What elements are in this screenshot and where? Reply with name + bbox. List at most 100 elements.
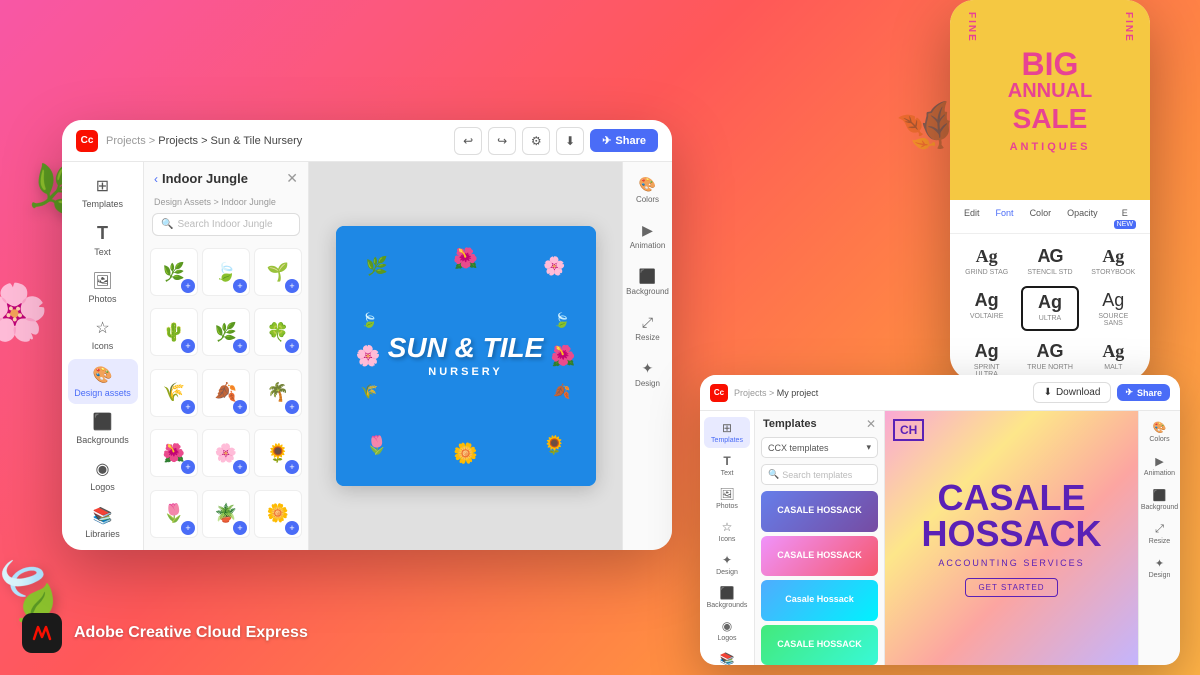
font-true-north[interactable]: AG TRUE NORTH: [1021, 337, 1078, 380]
sidebar-item-icons[interactable]: ☆ Icons: [68, 312, 138, 357]
templates-search[interactable]: 🔍 Search templates: [761, 464, 878, 485]
asset-cell[interactable]: 🌼+: [254, 490, 302, 538]
sidebar-item-libraries[interactable]: 📚 Libraries: [68, 500, 138, 545]
asset-cell[interactable]: 🌴+: [254, 369, 302, 417]
brt-sidebar-backgrounds[interactable]: ⬛ Backgrounds: [704, 582, 750, 613]
add-asset-button[interactable]: +: [233, 400, 247, 414]
panel-header: ‹ Indoor Jungle ✕: [144, 162, 308, 195]
accounting-label: ACCOUNTING SERVICES: [938, 558, 1084, 568]
brt-sidebar-photos[interactable]: 🖼 Photos: [704, 483, 750, 514]
font-sprint-ultra[interactable]: Ag SPRINT ULTRA: [958, 337, 1015, 380]
brt-sidebar-libraries[interactable]: 📚 Libraries: [704, 648, 750, 665]
brt-design: CH CASALE HOSSACK ACCOUNTING SERVICES GE…: [885, 411, 1138, 665]
ccx-templates-dropdown[interactable]: CCX templates ▾: [761, 437, 878, 458]
asset-cell[interactable]: 🌿+: [150, 248, 198, 296]
font-source-sans[interactable]: Ag SOURCE SANS: [1085, 286, 1142, 331]
add-asset-button[interactable]: +: [181, 460, 195, 474]
asset-cell[interactable]: 🌾+: [150, 369, 198, 417]
edit-tab[interactable]: Edit: [964, 208, 980, 229]
asset-cell[interactable]: 🌷+: [150, 490, 198, 538]
asset-cell[interactable]: 🌿+: [202, 308, 250, 356]
brt-sidebar-templates[interactable]: ⊞ Templates: [704, 417, 750, 448]
add-asset-button[interactable]: +: [233, 521, 247, 535]
add-asset-button[interactable]: +: [181, 521, 195, 535]
brt-sidebar-text[interactable]: T Text: [704, 450, 750, 481]
colors-tool[interactable]: 🎨 Colors: [627, 170, 669, 210]
sidebar-item-backgrounds[interactable]: ⬛ Backgrounds: [68, 406, 138, 451]
sidebar-item-photos[interactable]: 🖼 Photos: [68, 265, 138, 310]
brt-resize-tool[interactable]: ⤢ Resize: [1142, 519, 1178, 549]
template-item-4[interactable]: CASALE HOSSACK: [761, 625, 878, 666]
template-item-2[interactable]: CASALE HOSSACK: [761, 536, 878, 577]
brt-sidebar-icons[interactable]: ☆ Icons: [704, 516, 750, 547]
asset-cell[interactable]: 🪴+: [202, 490, 250, 538]
panel-close-button[interactable]: ✕: [286, 170, 298, 187]
add-asset-button[interactable]: +: [181, 400, 195, 414]
color-tab[interactable]: Color: [1030, 208, 1052, 229]
canvas-area: 🌺 🌸 🌿 🌺 🌸 🌻 🌷 🌼 🍃 🍃 🍂 🌾: [309, 162, 622, 550]
share-button[interactable]: ✈ Share: [590, 129, 658, 152]
redo-button[interactable]: ↪: [488, 127, 516, 155]
panel-search[interactable]: 🔍 Search Indoor Jungle: [152, 213, 300, 236]
asset-cell[interactable]: 🌻+: [254, 429, 302, 477]
font-ultra[interactable]: Ag ULTRA: [1021, 286, 1078, 331]
asset-cell[interactable]: 🍃+: [202, 248, 250, 296]
left-sidebar: ⊞ Templates T Text 🖼 Photos ☆ Icons 🎨 De…: [62, 162, 144, 550]
canvas-main-title: SUN & TILE: [388, 334, 544, 362]
font-stencil[interactable]: AG STENCIL STD: [1021, 242, 1078, 280]
sidebar-item-logos[interactable]: ◉ Logos: [68, 453, 138, 498]
add-asset-button[interactable]: +: [285, 521, 299, 535]
panel-title: Indoor Jungle: [162, 171, 248, 186]
asset-cell[interactable]: 🌸+: [202, 429, 250, 477]
asset-cell[interactable]: 🌺+: [150, 429, 198, 477]
brand-name: Adobe Creative Cloud Express: [74, 624, 308, 642]
background-tool[interactable]: ⬛ Background: [627, 262, 669, 302]
add-asset-button[interactable]: +: [285, 279, 299, 293]
brt-sidebar-design[interactable]: ✦ Design: [704, 549, 750, 580]
settings-button[interactable]: ⚙: [522, 127, 550, 155]
brt-design-tool[interactable]: ✦ Design: [1142, 553, 1178, 583]
resize-tool[interactable]: ⤢ Resize: [627, 308, 669, 348]
add-asset-button[interactable]: +: [285, 400, 299, 414]
brt-colors-tool[interactable]: 🎨 Colors: [1142, 417, 1178, 447]
template-item-3[interactable]: Casale Hossack: [761, 580, 878, 621]
download-button[interactable]: ⬇ Download: [1033, 382, 1112, 403]
font-grindstag[interactable]: Ag GRIND STAG: [958, 242, 1015, 280]
brt-body: ⊞ Templates T Text 🖼 Photos ☆ Icons ✦ De…: [700, 411, 1180, 665]
animation-tool[interactable]: ▶ Animation: [627, 216, 669, 256]
download-button[interactable]: ⬇: [556, 127, 584, 155]
add-asset-button[interactable]: +: [181, 279, 195, 293]
asset-cell[interactable]: 🍂+: [202, 369, 250, 417]
opacity-tab[interactable]: Opacity: [1067, 208, 1098, 229]
asset-cell[interactable]: 🍀+: [254, 308, 302, 356]
search-icon: 🔍: [768, 469, 779, 480]
adobe-logo: Cc: [76, 130, 98, 152]
add-asset-button[interactable]: +: [233, 339, 247, 353]
big-label: BIG: [1008, 48, 1092, 80]
back-arrow-icon[interactable]: ‹: [154, 172, 158, 186]
extra-tab[interactable]: E NEW: [1114, 208, 1136, 229]
add-asset-button[interactable]: +: [233, 460, 247, 474]
asset-cell[interactable]: 🌱+: [254, 248, 302, 296]
brt-sidebar-logos[interactable]: ◉ Logos: [704, 615, 750, 646]
design-tool[interactable]: ✦ Design: [627, 354, 669, 394]
brt-background-tool[interactable]: ⬛ Background: [1142, 485, 1178, 515]
sidebar-item-design-assets[interactable]: 🎨 Design assets: [68, 359, 138, 404]
font-voltaire[interactable]: Ag VOLTAIRE: [958, 286, 1015, 331]
template-item-1[interactable]: CASALE HOSSACK: [761, 491, 878, 532]
asset-cell[interactable]: 🌵+: [150, 308, 198, 356]
brt-animation-tool[interactable]: ▶ Animation: [1142, 451, 1178, 481]
sidebar-item-templates[interactable]: ⊞ Templates: [68, 170, 138, 215]
font-malt[interactable]: Ag MALT: [1085, 337, 1142, 380]
font-storybook[interactable]: Ag STORYBOOK: [1085, 242, 1142, 280]
add-asset-button[interactable]: +: [181, 339, 195, 353]
add-asset-button[interactable]: +: [285, 460, 299, 474]
get-started-button[interactable]: GET STARTED: [965, 578, 1057, 597]
brt-share-button[interactable]: ✈ Share: [1117, 384, 1170, 401]
font-tab[interactable]: Font: [996, 208, 1014, 229]
sidebar-item-text[interactable]: T Text: [68, 217, 138, 263]
undo-button[interactable]: ↩: [454, 127, 482, 155]
add-asset-button[interactable]: +: [285, 339, 299, 353]
templates-panel-close[interactable]: ✕: [866, 417, 876, 431]
add-asset-button[interactable]: +: [233, 279, 247, 293]
